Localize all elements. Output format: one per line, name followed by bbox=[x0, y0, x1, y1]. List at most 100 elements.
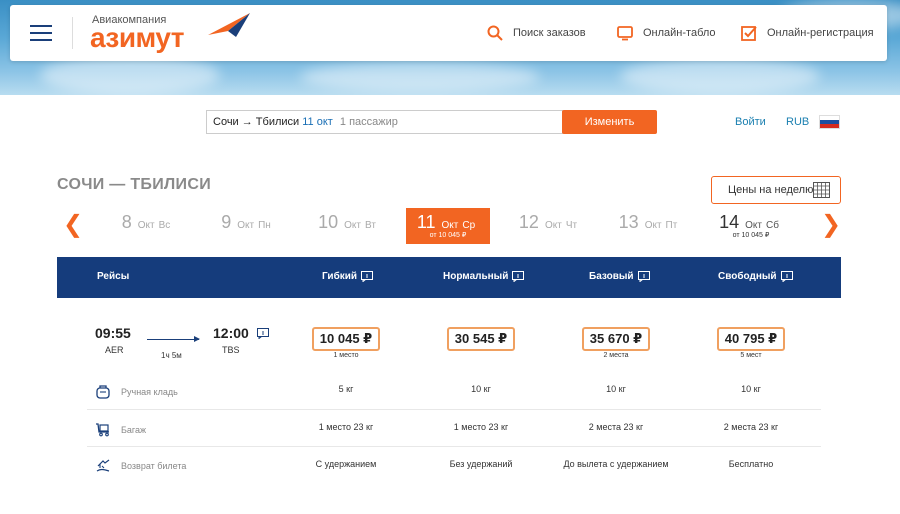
date-num: 9 bbox=[221, 212, 232, 232]
date-option-14[interactable]: 14 Окт Сб от 10 045 ₽ bbox=[709, 208, 793, 244]
date-num: 10 bbox=[318, 212, 339, 232]
date-option-10[interactable]: 10 Окт Вт bbox=[307, 208, 391, 244]
fare-price-basic[interactable]: 35 670 ₽ bbox=[582, 327, 650, 351]
search-summary-field[interactable]: Сочи → Тбилиси 11 окт 1 пассажир bbox=[206, 110, 563, 134]
date-option-8[interactable]: 8 Окт Вс bbox=[106, 208, 190, 244]
date-option-13[interactable]: 13 Окт Пт bbox=[608, 208, 692, 244]
feature-value: 10 кг bbox=[471, 384, 491, 394]
date-month: Окт bbox=[745, 220, 762, 231]
fare-header-label: Свободный bbox=[718, 271, 777, 282]
date-weekday: Ср bbox=[462, 220, 476, 231]
logo-wing-icon bbox=[208, 13, 250, 37]
date-option-11-selected[interactable]: 11 Окт Ср от 10 045 ₽ bbox=[406, 208, 490, 244]
fare-price-normal[interactable]: 30 545 ₽ bbox=[447, 327, 515, 351]
date-month: Окт bbox=[441, 220, 459, 231]
nav-online-board[interactable]: Онлайн-табло bbox=[617, 25, 716, 41]
date-option-12[interactable]: 12 Окт Чт bbox=[508, 208, 592, 244]
luggage-icon bbox=[96, 423, 109, 437]
date-num: 8 bbox=[121, 212, 132, 232]
fares-table-header: Рейсы Гибкий Нормальный Базовый Свободны… bbox=[57, 257, 841, 298]
nav-orders-search-label: Поиск заказов bbox=[513, 27, 586, 39]
menu-icon[interactable] bbox=[30, 25, 52, 41]
info-icon[interactable] bbox=[361, 271, 374, 282]
flight-duration: 1ч 5м bbox=[161, 351, 182, 360]
nav-online-board-label: Онлайн-табло bbox=[643, 27, 716, 39]
arrival-airport: TBS bbox=[222, 345, 240, 355]
departure-airport: AER bbox=[105, 345, 124, 355]
russia-flag-icon[interactable] bbox=[819, 115, 840, 129]
fare-header-normal[interactable]: Нормальный bbox=[443, 271, 525, 282]
date-month: Окт bbox=[344, 220, 361, 231]
date-num: 14 bbox=[719, 212, 740, 232]
feature-value: 2 места 23 кг bbox=[723, 422, 779, 432]
row-divider bbox=[87, 409, 821, 410]
date-weekday: Пт bbox=[665, 220, 678, 231]
flight-arrow bbox=[147, 336, 200, 342]
calendar-icon bbox=[813, 182, 830, 198]
top-header: Авиакомпания азимут Поиск заказов Онлайн… bbox=[10, 5, 887, 61]
date-num: 13 bbox=[618, 212, 639, 232]
page-title: СОЧИ — ТБИЛИСИ bbox=[57, 176, 211, 193]
feature-value: 1 место 23 кг bbox=[318, 422, 374, 432]
nav-online-checkin[interactable]: Онлайн-регистрация bbox=[741, 25, 874, 41]
flights-column-label: Рейсы bbox=[97, 271, 130, 282]
feature-value: 2 места 23 кг bbox=[588, 422, 644, 432]
date-weekday: Сб bbox=[765, 220, 779, 231]
date-month: Окт bbox=[237, 220, 255, 231]
feature-label-carryon: Ручная кладь bbox=[121, 387, 178, 397]
info-icon[interactable] bbox=[637, 271, 650, 282]
fare-header-basic[interactable]: Базовый bbox=[589, 271, 650, 282]
feature-value: 5 кг bbox=[338, 384, 354, 394]
prev-dates-arrow-icon[interactable]: ❮ bbox=[63, 210, 83, 239]
fare-header-label: Базовый bbox=[589, 271, 634, 282]
date-month: Окт bbox=[137, 220, 155, 231]
feature-value: 10 кг bbox=[741, 384, 761, 394]
date-weekday: Чт bbox=[565, 220, 578, 231]
logo-text[interactable]: азимут bbox=[90, 23, 185, 53]
feature-value: С удержанием bbox=[315, 459, 377, 469]
search-icon bbox=[487, 25, 503, 41]
search-route: Сочи → Тбилиси bbox=[213, 116, 300, 128]
date-option-9[interactable]: 9 Окт Пн bbox=[206, 208, 290, 244]
flights-column-header: Рейсы bbox=[97, 271, 129, 282]
week-prices-label: Цены на неделю bbox=[728, 184, 814, 196]
date-num: 12 bbox=[518, 212, 539, 232]
date-num: 11 bbox=[416, 212, 436, 232]
date-month: Окт bbox=[544, 220, 562, 231]
fare-price-flexible[interactable]: 10 045 ₽ bbox=[312, 327, 380, 351]
info-icon[interactable] bbox=[780, 271, 793, 282]
date-weekday: Вт bbox=[364, 220, 376, 231]
fare-seats-flexible: 1 место bbox=[333, 352, 359, 359]
nav-online-checkin-label: Онлайн-регистрация bbox=[767, 27, 874, 39]
nav-orders-search[interactable]: Поиск заказов bbox=[487, 25, 586, 41]
bag-icon bbox=[96, 385, 110, 399]
search-date: 11 окт bbox=[302, 116, 333, 128]
feature-value: Без удержаний bbox=[449, 459, 513, 469]
checkbox-icon bbox=[741, 26, 757, 41]
fare-header-label: Гибкий bbox=[322, 271, 358, 282]
fare-header-label: Нормальный bbox=[443, 271, 509, 282]
arrival-time: 12:00 bbox=[213, 325, 249, 341]
header-divider bbox=[72, 17, 73, 49]
info-icon[interactable] bbox=[512, 271, 525, 282]
fare-seats-free: 5 мест bbox=[740, 352, 762, 359]
departure-time: 09:55 bbox=[95, 325, 131, 341]
fare-header-flexible[interactable]: Гибкий bbox=[322, 271, 374, 282]
refund-icon bbox=[96, 459, 110, 472]
date-weekday: Пн bbox=[258, 220, 271, 231]
feature-value: До вылета с удержанием bbox=[563, 459, 669, 469]
flight-details-icon[interactable] bbox=[257, 328, 269, 339]
login-link[interactable]: Войти bbox=[735, 116, 766, 128]
feature-value: Бесплатно bbox=[728, 459, 774, 469]
feature-value: 1 место 23 кг bbox=[453, 422, 509, 432]
change-search-button[interactable]: Изменить bbox=[562, 110, 657, 134]
date-month: Окт bbox=[644, 220, 662, 231]
currency-selector[interactable]: RUB bbox=[786, 116, 809, 128]
next-dates-arrow-icon[interactable]: ❯ bbox=[821, 210, 841, 239]
fare-header-free[interactable]: Свободный bbox=[718, 271, 793, 282]
monitor-icon bbox=[617, 26, 633, 41]
fare-price-free[interactable]: 40 795 ₽ bbox=[717, 327, 785, 351]
row-divider bbox=[87, 446, 821, 447]
week-prices-button[interactable]: Цены на неделю bbox=[711, 176, 841, 204]
feature-label-baggage: Багаж bbox=[121, 425, 147, 435]
